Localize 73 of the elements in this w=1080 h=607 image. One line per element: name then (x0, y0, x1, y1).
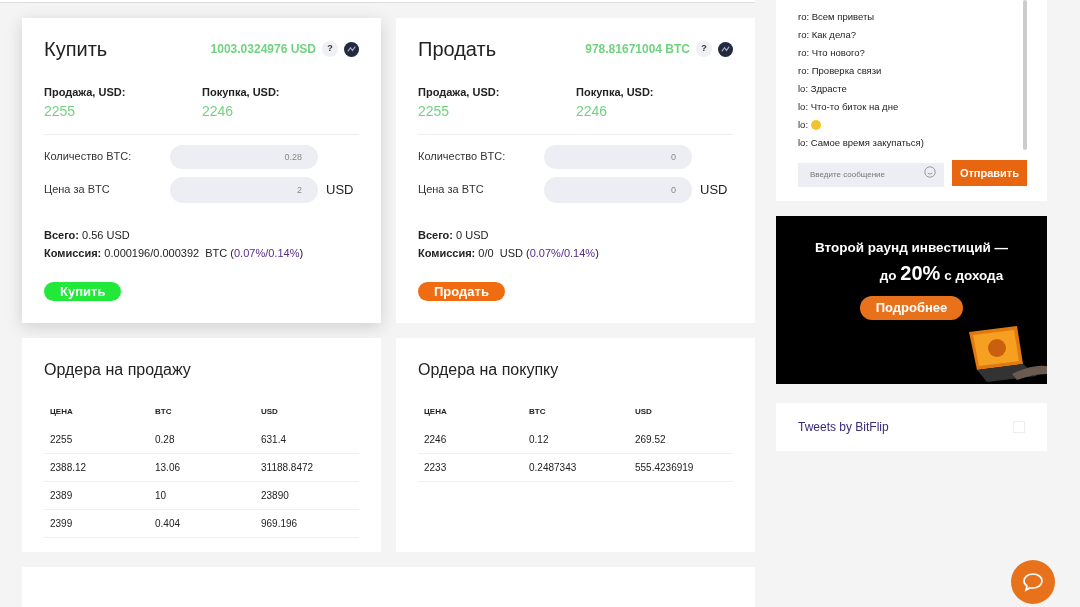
card-title: Купить (44, 37, 108, 62)
table-cell-text: 23890 (261, 489, 290, 503)
chat-icon (1022, 572, 1044, 592)
table-cell-text: 0.404 (155, 517, 182, 531)
sell-button[interactable]: Продать (418, 281, 505, 301)
table-cell-text: 269.52 (635, 433, 667, 447)
chat-message: ro: Проверка связи (798, 63, 883, 78)
total-text: Всего: 0 USD (418, 227, 490, 243)
chat-message: lo: Что-то биток на дне (798, 99, 900, 114)
total-text: Всего: 0.56 USD (44, 227, 131, 243)
table-cell-text: 969.196 (261, 517, 299, 531)
chat-message: lo: Здрасте (798, 81, 848, 96)
price-value: 2255 (418, 101, 451, 121)
fee-text: Комиссия: 0/0 USD (0.07%/0.14%) (418, 246, 600, 261)
chat-message: lo: (798, 116, 1023, 134)
field-label: Количество BTC: (418, 149, 507, 165)
emoji-icon (810, 120, 821, 130)
amount-field[interactable]: 0 (544, 144, 692, 169)
table-cell-text: 0.28 (155, 433, 176, 447)
column-header: BTC (529, 406, 547, 418)
help-badge[interactable]: ? (322, 41, 338, 57)
table-cell-text: 2246 (424, 433, 448, 447)
field-label: Цена за BTC (44, 182, 111, 198)
message-field[interactable]: Введите сообщение (798, 162, 944, 187)
price-value: 2246 (202, 101, 235, 121)
balance-amount: 978.81671004 BTC (585, 41, 690, 58)
table-cell-text: 31188.8472 (261, 461, 315, 475)
currency-label: USD (326, 180, 354, 199)
price-field[interactable]: 0 (544, 176, 692, 203)
column-header: BTC (155, 406, 173, 418)
promo-banner[interactable]: Второй раунд инвестиций — до 20% с дохода Подробнее (776, 215, 1047, 384)
banner-subline: до 20% с дохода (879, 260, 1004, 286)
column-header: USD (635, 406, 653, 418)
amount-field[interactable]: 0.28 (170, 144, 318, 169)
chat-message: ro: Что нового? (798, 45, 866, 60)
price-field[interactable]: 2 (170, 176, 318, 203)
table-cell-text: 2233 (424, 461, 448, 475)
currency-label: USD (700, 180, 728, 199)
help-badge[interactable]: ? (696, 41, 712, 57)
details-button[interactable]: Подробнее (859, 295, 964, 320)
table-cell-text: 631.4 (261, 433, 288, 447)
balance-amount: 1003.0324976 USD (210, 41, 316, 58)
column-header: USD (261, 406, 279, 418)
tweets-link[interactable]: Tweets by BitFlip (798, 417, 889, 436)
fee-text: Комиссия: 0.000196/0.000392 BTC (0.07%/0.14%) (44, 246, 305, 261)
table-cell-text: 0.2487343 (529, 461, 578, 475)
banner-headline: Второй раунд инвестиций — (815, 238, 1008, 257)
table-cell-text: 2399 (50, 517, 74, 531)
table-cell-text: 2255 (50, 433, 74, 447)
price-label: Покупка, USD: (576, 85, 654, 100)
field-label: Цена за BTC (418, 182, 485, 198)
table-cell-text: 555.4236919 (635, 461, 695, 475)
price-value: 2246 (576, 101, 609, 121)
table-cell-text: 2388.12 (50, 461, 88, 475)
column-header: ЦЕНА (50, 406, 74, 418)
chat-message: ro: Как дела? (798, 27, 857, 42)
price-value: 2255 (44, 101, 77, 121)
send-button[interactable]: Отправить (951, 160, 1027, 187)
table-cell-text: 0.12 (529, 433, 550, 447)
price-label: Продажа, USD: (44, 85, 127, 100)
card-title: Ордера на покупку (418, 360, 560, 380)
field-label: Количество BTC: (44, 149, 133, 165)
chat-fab[interactable] (1011, 560, 1055, 604)
table-cell-text: 10 (155, 489, 168, 503)
card-title: Ордера на продажу (44, 360, 192, 380)
card-title: Продать (418, 37, 497, 62)
table-cell-text: 13.06 (155, 461, 182, 475)
price-label: Покупка, USD: (202, 85, 280, 100)
table-cell-text: 2389 (50, 489, 74, 503)
column-header: ЦЕНА (424, 406, 448, 418)
chat-message: ro: Всем приветы (798, 9, 876, 24)
price-label: Продажа, USD: (418, 85, 501, 100)
chat-message: lo: Самое время закупаться) (798, 135, 925, 150)
